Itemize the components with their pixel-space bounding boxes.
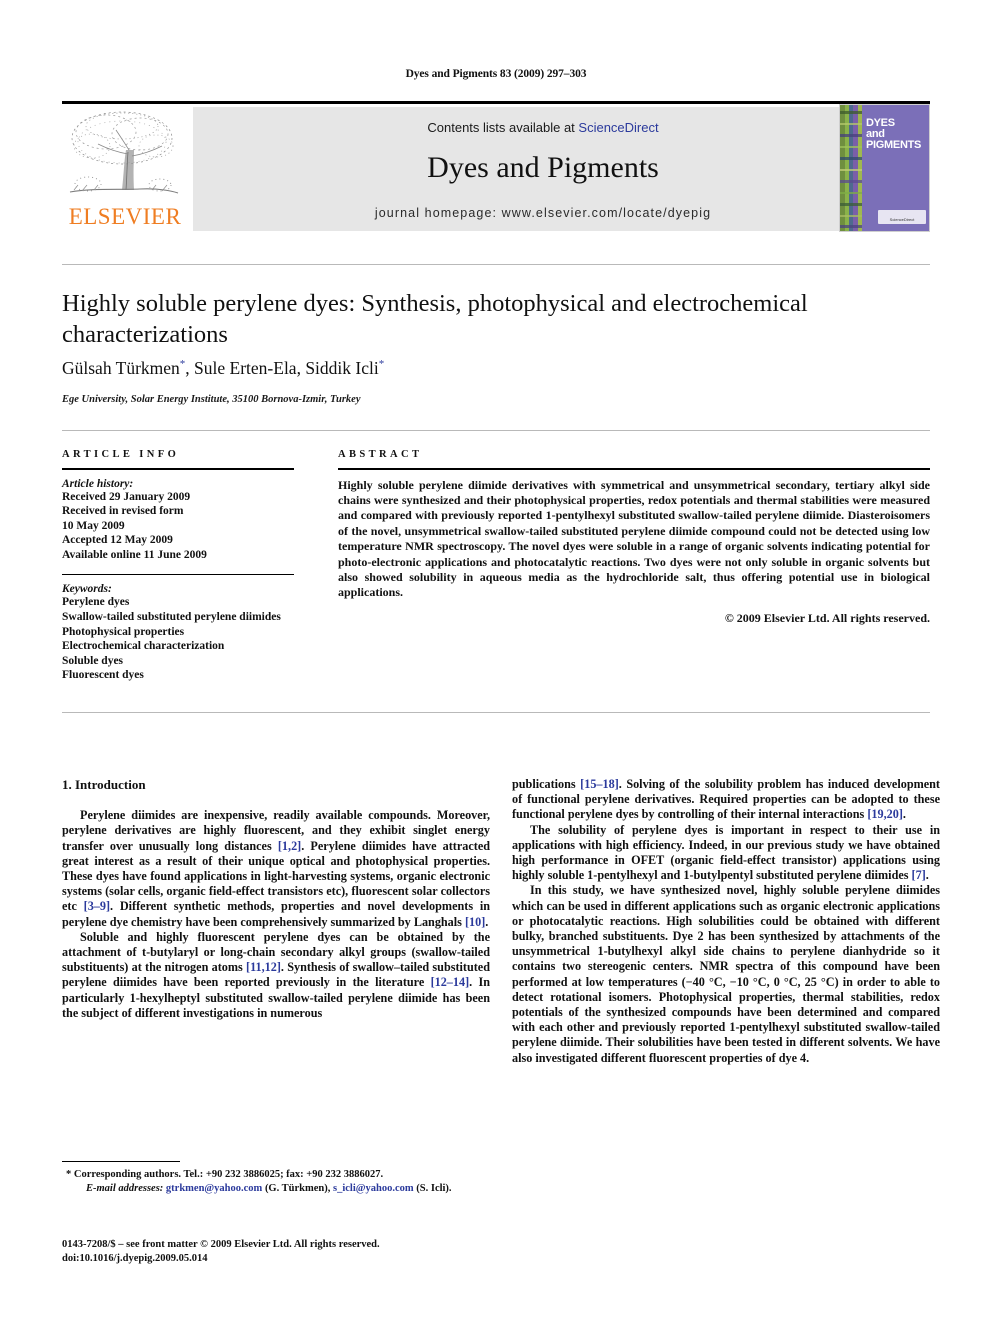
issn-line: 0143-7208/$ – see front matter © 2009 El… bbox=[62, 1239, 380, 1250]
email-label: E-mail addresses: bbox=[86, 1183, 164, 1194]
paragraph-right-3-text: In this study, we have synthesized novel… bbox=[512, 883, 940, 1065]
section-heading-introduction: 1. Introduction bbox=[62, 777, 146, 792]
keywords-rule bbox=[62, 574, 294, 576]
footnote-rule bbox=[62, 1161, 180, 1162]
article-info-heading: ARTICLE INFO bbox=[62, 449, 180, 460]
article-info-rule bbox=[62, 468, 294, 470]
abstract-heading: ABSTRACT bbox=[338, 449, 423, 460]
doi-line[interactable]: doi:10.1016/j.dyepig.2009.05.014 bbox=[62, 1252, 492, 1266]
journal-article-page: Dyes and Pigments 83 (2009) 297–303 ELSE… bbox=[0, 0, 992, 1323]
journal-cover-thumbnail[interactable]: DYES and PIGMENTS ScienceDirect bbox=[839, 104, 930, 232]
sciencedirect-link[interactable]: ScienceDirect bbox=[578, 120, 658, 135]
paragraph-right-3: In this study, we have synthesized novel… bbox=[512, 883, 940, 1065]
cover-title: DYES and PIGMENTS bbox=[866, 118, 928, 151]
keyword-2: Photophysical properties bbox=[62, 625, 185, 638]
author-list: Gülsah Türkmen*, Sule Erten-Ela, Siddik … bbox=[62, 358, 385, 378]
page-title: Highly soluble perylene dyes: Synthesis,… bbox=[62, 290, 808, 348]
keyword-3: Electrochemical characterization bbox=[62, 640, 225, 653]
keyword-5: Fluorescent dyes bbox=[62, 669, 144, 682]
article-history-4: Available online 11 June 2009 bbox=[62, 548, 207, 561]
paragraph-right-2: The solubility of perylene dyes is impor… bbox=[512, 823, 940, 884]
elsevier-logo: ELSEVIER bbox=[62, 104, 188, 232]
cover-stripe-pattern bbox=[840, 105, 862, 231]
article-history-3: Accepted 12 May 2009 bbox=[62, 534, 173, 547]
corresponding-author-note: * Corresponding authors. Tel.: +90 232 3… bbox=[66, 1169, 384, 1180]
keyword-4: Soluble dyes bbox=[62, 654, 124, 667]
keyword-0: Perylene dyes bbox=[62, 596, 130, 609]
paragraph-right-2-text: The solubility of perylene dyes is impor… bbox=[512, 822, 940, 883]
issn-doi-block: 0143-7208/$ – see front matter © 2009 El… bbox=[62, 1238, 492, 1265]
paragraph-left-2: Soluble and highly fluorescent perylene … bbox=[62, 930, 490, 1021]
paragraph-right-1: publications [15–18]. Solving of the sol… bbox=[512, 777, 940, 823]
article-history-1: Received in revised form bbox=[62, 505, 184, 518]
article-history-0: Received 29 January 2009 bbox=[62, 490, 191, 503]
info-top-rule bbox=[62, 430, 930, 431]
paragraph-left-1: Perylene diimides are inexpensive, readi… bbox=[62, 808, 490, 930]
contents-prefix: Contents lists available at bbox=[427, 120, 579, 135]
cover-sciencedirect-badge-label: ScienceDirect bbox=[889, 217, 915, 222]
abstract-copyright: © 2009 Elsevier Ltd. All rights reserved… bbox=[724, 610, 930, 625]
body-column-left: 1. Introduction Perylene diimides are in… bbox=[62, 777, 490, 1021]
affiliation: Ege University, Solar Energy Institute, … bbox=[62, 394, 361, 405]
abstract-rule bbox=[338, 468, 930, 470]
masthead: ELSEVIER Contents lists available at Sci… bbox=[62, 104, 930, 232]
abstract-column: ABSTRACT Highly soluble perylene diimide… bbox=[338, 449, 930, 626]
elsevier-wordmark: ELSEVIER bbox=[68, 204, 182, 229]
keyword-1: Swallow-tailed substituted perylene diim… bbox=[62, 611, 281, 624]
email-owner-2: (S. Icli). bbox=[416, 1183, 452, 1194]
contents-line: Contents lists available at ScienceDirec… bbox=[193, 120, 893, 135]
title-separator-rule bbox=[62, 264, 930, 265]
article-history-label: Article history: bbox=[62, 477, 134, 490]
paragraph-left-2-text: Soluble and highly fluorescent perylene … bbox=[62, 929, 490, 1020]
journal-homepage[interactable]: journal homepage: www.elsevier.com/locat… bbox=[193, 206, 893, 220]
article-info-column: ARTICLE INFO Article history: Received 2… bbox=[62, 449, 294, 683]
paragraph-right-1-text: publications [15–18]. Solving of the sol… bbox=[512, 777, 940, 822]
journal-band: Contents lists available at ScienceDirec… bbox=[193, 107, 893, 231]
email-note: E-mail addresses: gtrkmen@yahoo.com (G. … bbox=[62, 1182, 492, 1196]
elsevier-tree-icon bbox=[64, 106, 184, 204]
body-column-right: publications [15–18]. Solving of the sol… bbox=[512, 777, 940, 1066]
cover-title-line3: PIGMENTS bbox=[866, 139, 922, 151]
email-link-2[interactable]: s_icli@yahoo.com bbox=[333, 1183, 414, 1194]
article-history-2: 10 May 2009 bbox=[62, 519, 125, 532]
email-owner-1: (G. Türkmen), bbox=[264, 1183, 331, 1194]
journal-title: Dyes and Pigments bbox=[427, 151, 659, 184]
running-head: Dyes and Pigments 83 (2009) 297–303 bbox=[405, 68, 587, 80]
abstract-text: Highly soluble perylene diimide derivati… bbox=[338, 477, 930, 600]
footnote-block: * Corresponding authors. Tel.: +90 232 3… bbox=[62, 1168, 492, 1196]
paragraph-left-1-text: Perylene diimides are inexpensive, readi… bbox=[62, 808, 491, 929]
email-link-1[interactable]: gtrkmen@yahoo.com bbox=[166, 1183, 262, 1194]
keywords-label: Keywords: bbox=[62, 583, 112, 596]
info-bottom-rule bbox=[62, 712, 930, 713]
